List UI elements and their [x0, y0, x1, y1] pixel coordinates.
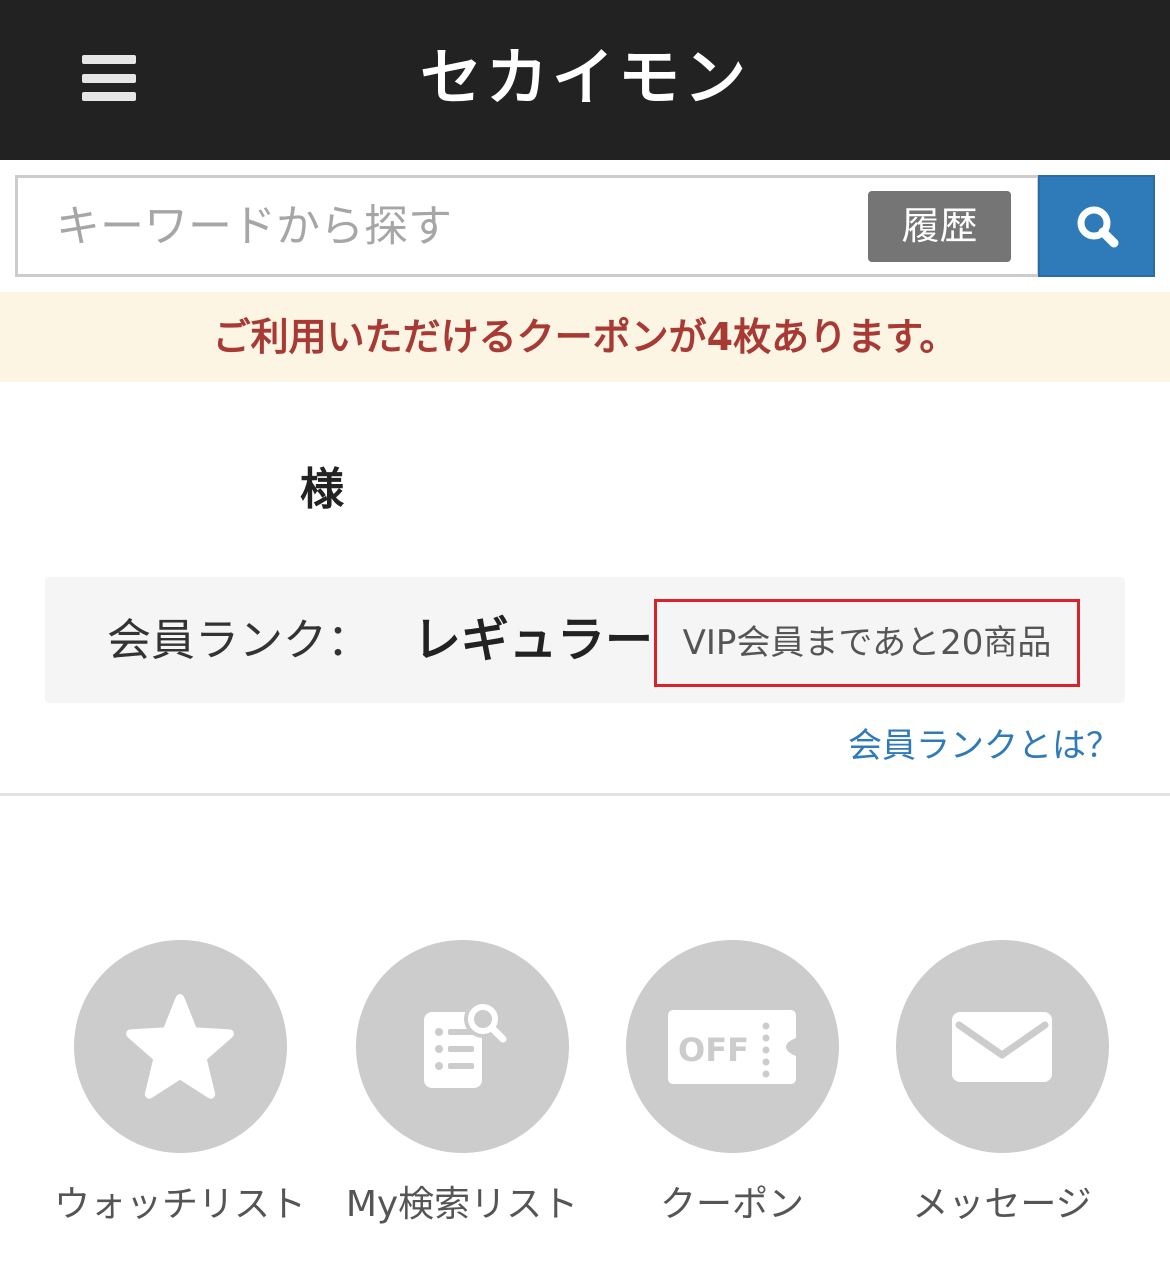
- coupon-off-icon: OFF: [668, 1009, 796, 1084]
- message-button[interactable]: メッセージ: [872, 940, 1132, 1230]
- search-icon: [1077, 206, 1119, 248]
- rank-help-link[interactable]: 会員ランクとは？: [848, 722, 1120, 770]
- message-icon-circle: [895, 940, 1109, 1153]
- message-label: メッセージ: [912, 1184, 1092, 1225]
- history-button[interactable]: 履歴: [868, 191, 1011, 262]
- coupon-button[interactable]: OFF クーポン: [602, 940, 862, 1230]
- rank-value: レギュラー: [413, 612, 654, 668]
- search-box: 履歴: [15, 175, 1040, 277]
- membership-rank-box: 会員ランク： レギュラー VIP会員まであと20商品: [45, 577, 1125, 703]
- search-bar: 履歴: [0, 160, 1170, 292]
- star-icon: [126, 993, 234, 1099]
- search-input[interactable]: [18, 178, 858, 274]
- coupon-label: クーポン: [659, 1184, 804, 1225]
- watchlist-label: ウォッチリスト: [53, 1184, 306, 1225]
- watchlist-icon-circle: [73, 940, 287, 1153]
- coupon-icon-circle: OFF: [625, 940, 839, 1153]
- user-name-suffix: 様: [300, 464, 344, 515]
- search-list-icon-circle: [355, 940, 569, 1153]
- section-divider: [0, 793, 1170, 796]
- coupon-notice-banner[interactable]: ご利用いただけるクーポンが4枚あります。: [0, 292, 1170, 382]
- envelope-icon: [952, 1011, 1052, 1082]
- search-list-icon: [424, 999, 507, 1088]
- rank-label: 会員ランク：: [107, 615, 371, 666]
- my-search-list-label: My検索リスト: [345, 1184, 579, 1225]
- rank-progress-text: VIP会員まであと20商品: [654, 599, 1080, 687]
- app-header: セカイモン: [0, 0, 1170, 160]
- my-search-list-button[interactable]: My検索リスト: [332, 940, 592, 1230]
- watchlist-button[interactable]: ウォッチリスト: [50, 940, 310, 1230]
- search-button[interactable]: [1038, 175, 1155, 277]
- svg-text:OFF: OFF: [678, 1031, 749, 1069]
- site-logo[interactable]: セカイモン: [0, 40, 1170, 116]
